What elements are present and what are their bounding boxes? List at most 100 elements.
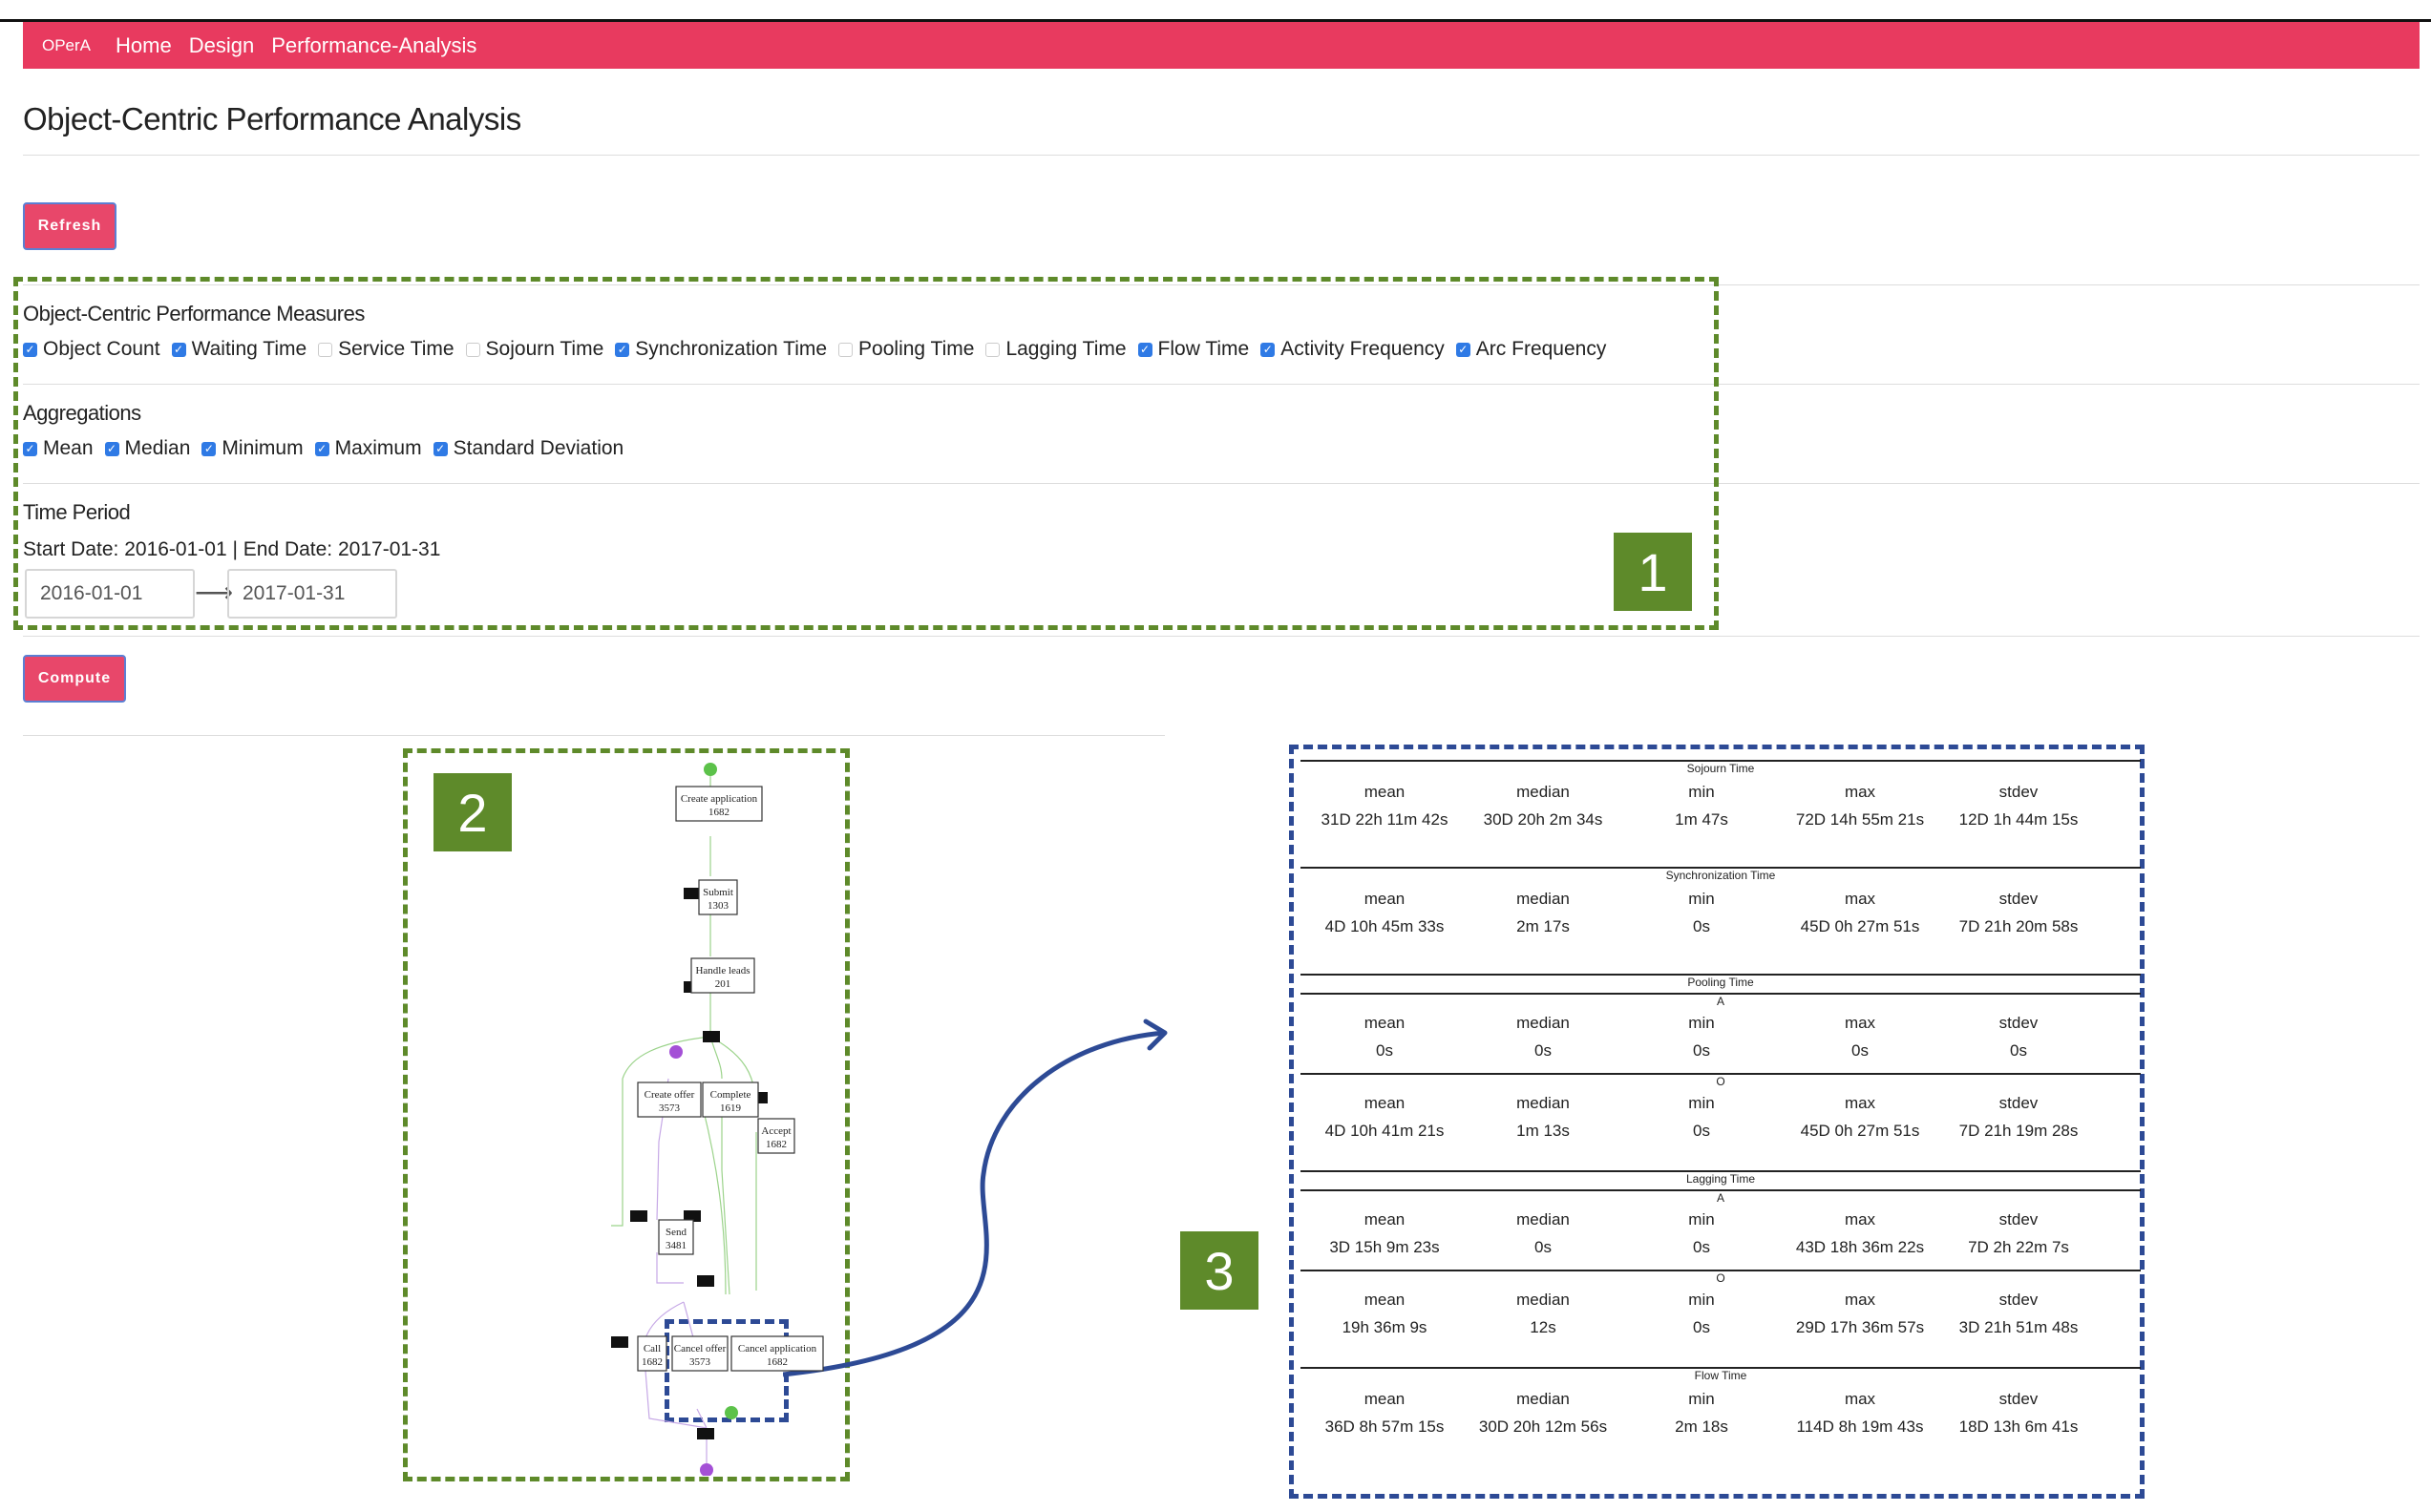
- stat-value: 4D 10h 41m 21s: [1324, 1122, 1445, 1140]
- object-type-label: A: [1716, 1191, 1724, 1205]
- annotation-frame-settings: [13, 277, 1719, 630]
- stat-header: min: [1688, 1014, 1715, 1032]
- stat-value: 114D 8h 19m 43s: [1796, 1418, 1924, 1436]
- node-count: 3573: [659, 1102, 681, 1114]
- stat-value: 7D 21h 19m 28s: [1958, 1122, 2079, 1140]
- stat-header: mean: [1363, 1390, 1406, 1408]
- stat-header: median: [1516, 1291, 1570, 1309]
- stat-value: 19h 36m 9s: [1342, 1318, 1427, 1336]
- stat-value: 1m 13s: [1516, 1122, 1570, 1140]
- node-count: 1682: [642, 1356, 663, 1368]
- start-place-icon: [704, 763, 717, 776]
- stat-value: 0s: [1693, 1041, 1710, 1060]
- stat-value: 72D 14h 55m 21s: [1795, 810, 1925, 829]
- brand-logo[interactable]: OPerA: [42, 36, 91, 55]
- stat-value: 1m 47s: [1675, 810, 1728, 829]
- node-label: Create application: [681, 793, 758, 805]
- node-count: 201: [715, 978, 731, 990]
- annotation-badge-2: 2: [433, 773, 512, 851]
- stat-value: 29D 17h 36m 57s: [1795, 1318, 1925, 1336]
- stat-header: min: [1688, 1390, 1715, 1408]
- stat-value: 0s: [1534, 1041, 1552, 1060]
- measure-section-title: Lagging Time: [1685, 1172, 1756, 1186]
- node-label: Cancel offer: [674, 1343, 727, 1354]
- stat-value: 7D 21h 20m 58s: [1958, 917, 2079, 935]
- stat-header: mean: [1363, 1094, 1406, 1112]
- stat-header: min: [1688, 783, 1715, 801]
- measure-section-title: Synchronization Time: [1665, 869, 1776, 882]
- node-count: 1682: [708, 807, 729, 818]
- stat-header: median: [1516, 1390, 1570, 1408]
- stat-value: 30D 20h 12m 56s: [1478, 1418, 1608, 1436]
- end-place-icon: [700, 1463, 713, 1476]
- node-label: Complete: [710, 1089, 751, 1101]
- stat-header: min: [1688, 890, 1715, 908]
- navbar: OPerA Home Design Performance-Analysis: [23, 22, 2420, 69]
- stat-value: 30D 20h 2m 34s: [1483, 810, 1603, 829]
- stat-header: median: [1516, 1210, 1570, 1228]
- stat-value: 3D 15h 9m 23s: [1329, 1238, 1440, 1256]
- refresh-button[interactable]: Refresh: [23, 202, 116, 250]
- object-type-label: O: [1716, 1271, 1725, 1285]
- stat-value: 2m 18s: [1675, 1418, 1728, 1436]
- stat-header: max: [1844, 1390, 1876, 1408]
- node-label: Cancel application: [738, 1343, 817, 1354]
- stat-header: median: [1516, 1094, 1570, 1112]
- node-count: 1682: [767, 1356, 788, 1368]
- divider: [23, 735, 1165, 736]
- node-label: Create offer: [645, 1089, 695, 1101]
- object-type-label: A: [1716, 995, 1724, 1008]
- stat-header: mean: [1363, 1210, 1406, 1228]
- stat-value: 0s: [1693, 917, 1710, 935]
- node-label: Call: [644, 1343, 661, 1354]
- node-label: Submit: [703, 887, 733, 898]
- stat-value: 31D 22h 11m 42s: [1321, 810, 1448, 829]
- stat-header: stdev: [1998, 1291, 2039, 1309]
- stat-header: min: [1688, 1210, 1715, 1228]
- stat-value: 3D 21h 51m 48s: [1958, 1318, 2079, 1336]
- stat-value: 36D 8h 57m 15s: [1324, 1418, 1445, 1436]
- stat-header: mean: [1363, 783, 1406, 801]
- stat-value: 45D 0h 27m 51s: [1800, 1122, 1920, 1140]
- stat-header: max: [1844, 1014, 1876, 1032]
- annotation-badge-3: 3: [1180, 1231, 1258, 1310]
- nav-performance-analysis[interactable]: Performance-Analysis: [271, 33, 476, 58]
- stat-value: 12s: [1530, 1318, 1556, 1336]
- stat-header: stdev: [1998, 1390, 2039, 1408]
- measure-section-title: Pooling Time: [1687, 976, 1754, 989]
- stat-header: mean: [1363, 1291, 1406, 1309]
- stat-header: max: [1844, 890, 1876, 908]
- stat-value: 0s: [1693, 1122, 1710, 1140]
- stat-header: max: [1844, 1094, 1876, 1112]
- object-start-place-icon: [669, 1045, 683, 1059]
- stat-value: 0s: [1376, 1041, 1393, 1060]
- page-title: Object-Centric Performance Analysis: [23, 101, 521, 136]
- stat-value: 7D 2h 22m 7s: [1968, 1238, 2069, 1256]
- stat-header: mean: [1363, 1014, 1406, 1032]
- stat-value: 4D 10h 45m 33s: [1324, 917, 1445, 935]
- stat-header: stdev: [1998, 1014, 2039, 1032]
- stat-value: 18D 13h 6m 41s: [1958, 1418, 2079, 1436]
- compute-button[interactable]: Compute: [23, 655, 126, 703]
- stat-header: stdev: [1998, 1094, 2039, 1112]
- nav-design[interactable]: Design: [189, 33, 254, 58]
- stat-value: 0s: [2010, 1041, 2027, 1060]
- node-count: 3481: [666, 1240, 687, 1251]
- stat-header: stdev: [1998, 1210, 2039, 1228]
- stat-header: max: [1844, 1291, 1876, 1309]
- node-count: 1619: [720, 1102, 742, 1114]
- node-label: Send: [666, 1227, 687, 1238]
- divider: [23, 155, 2420, 156]
- stat-header: mean: [1363, 890, 1406, 908]
- process-graph[interactable]: Create application 1682 Submit 1303 Hand…: [516, 760, 878, 1476]
- stat-value: 0s: [1534, 1238, 1552, 1256]
- measure-section-title: Sojourn Time: [1686, 762, 1755, 775]
- stat-header: median: [1516, 783, 1570, 801]
- stat-value: 2m 17s: [1516, 917, 1570, 935]
- stat-value: 0s: [1693, 1318, 1710, 1336]
- divider: [23, 636, 2420, 637]
- node-count: 1682: [766, 1139, 787, 1150]
- object-type-label: O: [1716, 1075, 1725, 1088]
- nav-home[interactable]: Home: [116, 33, 172, 58]
- annotation-badge-1: 1: [1614, 533, 1692, 611]
